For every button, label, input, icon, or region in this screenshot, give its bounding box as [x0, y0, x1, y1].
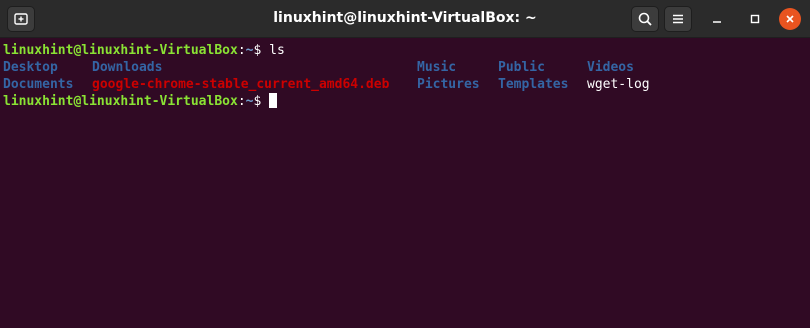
command-text: ls	[269, 43, 285, 58]
prompt-symbol: $	[253, 94, 270, 109]
terminal-window: linuxhint@linuxhint-VirtualBox: ~ linuxh…	[0, 0, 810, 328]
terminal-output[interactable]: linuxhint@linuxhint-VirtualBox:~$ ls Des…	[0, 39, 810, 328]
close-icon	[786, 15, 794, 23]
minimize-icon	[713, 21, 721, 23]
ls-entry-directory: Public	[498, 60, 545, 75]
prompt-user-host: linuxhint@linuxhint-VirtualBox	[3, 43, 238, 58]
ls-entry-file: wget-log	[587, 77, 650, 92]
close-button[interactable]	[779, 8, 801, 30]
prompt-separator: :	[237, 94, 246, 109]
menu-button[interactable]	[664, 6, 692, 32]
ls-output-row: Desktop Downloads Music Public Videos	[3, 59, 807, 76]
maximize-button[interactable]	[744, 8, 766, 30]
ls-entry-directory: Pictures	[417, 77, 480, 92]
ls-entry-directory: Desktop	[3, 60, 58, 75]
ls-entry-archive: google-chrome-stable_current_amd64.deb	[92, 77, 390, 92]
ls-output-row: Documents google-chrome-stable_current_a…	[3, 76, 807, 93]
ls-entry-directory: Videos	[587, 60, 634, 75]
minimize-button[interactable]	[706, 8, 728, 30]
prompt-separator: :	[237, 43, 246, 58]
prompt-line: linuxhint@linuxhint-VirtualBox:~$ ls	[3, 42, 807, 59]
terminal-cursor	[269, 93, 278, 108]
ls-entry-directory: Music	[417, 60, 457, 75]
prompt-user-host: linuxhint@linuxhint-VirtualBox	[3, 94, 238, 109]
hamburger-menu-icon	[673, 14, 683, 24]
search-button[interactable]	[631, 6, 659, 32]
search-icon	[638, 12, 652, 26]
ls-entry-directory: Documents	[3, 77, 74, 92]
prompt-symbol: $	[253, 43, 270, 58]
prompt-line: linuxhint@linuxhint-VirtualBox:~$	[3, 93, 807, 110]
ls-entry-directory: Templates	[498, 77, 569, 92]
maximize-icon	[750, 14, 760, 24]
ls-entry-directory: Downloads	[92, 60, 163, 75]
title-bar: linuxhint@linuxhint-VirtualBox: ~	[0, 0, 810, 38]
